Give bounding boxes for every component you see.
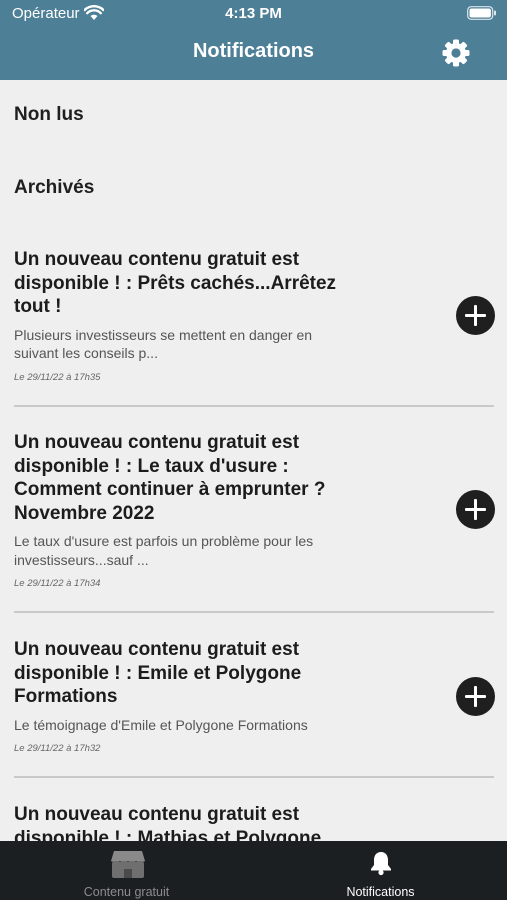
- notification-description: Le taux d'usure est parfois un problème …: [14, 533, 314, 568]
- divider: [14, 405, 494, 407]
- battery-icon: [467, 6, 497, 25]
- divider: [14, 611, 494, 613]
- header-bar: Opérateur 4:13 PM Notifications: [0, 0, 507, 80]
- tab-label: Notifications: [346, 885, 415, 899]
- notification-description: Plusieurs investisseurs se mettent en da…: [14, 326, 313, 362]
- divider: [14, 776, 494, 778]
- bell-icon: [368, 850, 394, 881]
- expand-plus-icon[interactable]: [456, 490, 495, 529]
- notification-item[interactable]: Un nouveau contenu gratuit est disponibl…: [14, 431, 494, 589]
- status-time: 4:13 PM: [225, 5, 282, 22]
- archived-section-header[interactable]: Archivés: [14, 177, 94, 199]
- notification-item[interactable]: Un nouveau contenu gratuit est disponibl…: [14, 248, 494, 383]
- notification-date: Le 29/11/22 à 17h35: [14, 371, 101, 383]
- expand-plus-icon[interactable]: [456, 296, 495, 335]
- expand-plus-icon[interactable]: [456, 677, 495, 716]
- notification-item[interactable]: Un nouveau contenu gratuit est disponibl…: [14, 803, 494, 841]
- tab-bar: Contenu gratuit Notifications: [0, 841, 507, 900]
- settings-gear-icon[interactable]: [440, 37, 472, 69]
- page-title: Notifications: [192, 40, 315, 62]
- tab-notifications[interactable]: Notifications: [254, 841, 507, 900]
- store-icon: [109, 848, 147, 885]
- notification-title: Un nouveau contenu gratuit est disponibl…: [14, 639, 302, 707]
- status-bar: Opérateur 4:13 PM: [0, 0, 507, 28]
- notification-date: Le 29/11/22 à 17h34: [14, 578, 101, 589]
- notification-title: Un nouveau contenu gratuit est disponibl…: [14, 249, 337, 317]
- notification-item[interactable]: Un nouveau contenu gratuit est disponibl…: [14, 638, 494, 754]
- notification-title: Un nouveau contenu gratuit est disponibl…: [14, 432, 326, 524]
- tab-label: Contenu gratuit: [83, 885, 170, 899]
- notification-description: Le témoignage d'Emile et Polygone Format…: [14, 716, 308, 733]
- tab-contenu-gratuit[interactable]: Contenu gratuit: [0, 841, 253, 900]
- notification-date: Le 29/11/22 à 17h32: [14, 743, 101, 754]
- notifications-list: Non lus Archivés Un nouveau contenu grat…: [0, 80, 507, 841]
- notification-title: Un nouveau contenu gratuit est disponibl…: [14, 804, 322, 841]
- unread-section-header[interactable]: Non lus: [14, 104, 84, 126]
